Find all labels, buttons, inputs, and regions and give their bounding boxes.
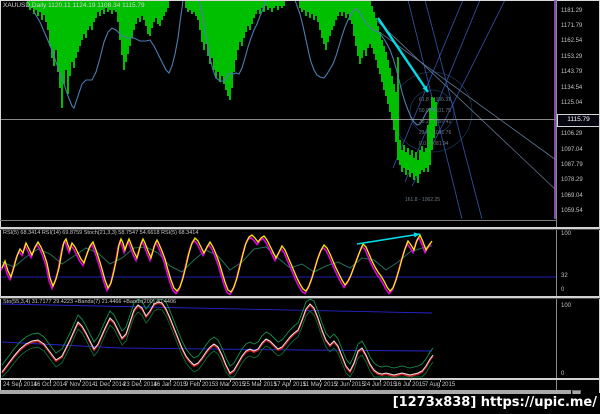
price-axis-label: 1171.79 bbox=[561, 22, 583, 29]
price-axis-label: 1143.79 bbox=[561, 69, 583, 76]
stoch-axis-label: 100 bbox=[561, 303, 572, 309]
rsi-axis-label: 32 bbox=[561, 273, 568, 279]
time-axis-tick bbox=[410, 378, 411, 382]
svg-text:38.2 - 1097.41: 38.2 - 1097.41 bbox=[419, 119, 451, 125]
time-axis-tick bbox=[380, 378, 381, 382]
price-axis-line bbox=[556, 0, 557, 390]
price-axis-label: 1069.04 bbox=[561, 192, 583, 199]
svg-text:0.0 - 1081.94: 0.0 - 1081.94 bbox=[419, 141, 449, 147]
time-axis-label: 7 Aug 2015 bbox=[424, 382, 456, 388]
current-price-value: 1115.79 bbox=[567, 116, 590, 123]
watermark-text: [1273x838] https://upic.me/ bbox=[392, 395, 597, 410]
price-axis-label: 1134.54 bbox=[561, 84, 583, 91]
svg-text:23.6 - 1091.76: 23.6 - 1091.76 bbox=[419, 130, 451, 136]
price-panel-bottom-line bbox=[0, 220, 557, 221]
rsi-axis-label: 100 bbox=[561, 231, 572, 237]
stoch-axis-label: 0 bbox=[561, 371, 565, 377]
rsi-indicator-label: RSI(5) 68.3414 RSI(14) 69.8759 Stoch(21,… bbox=[3, 230, 199, 236]
stoch-indicator-label: Sto(55,3,4) 31.7177 29.4223 +Bands(7) 21… bbox=[3, 299, 177, 305]
time-axis-line bbox=[0, 378, 600, 380]
time-axis-tick bbox=[200, 378, 201, 382]
time-axis-tick bbox=[140, 378, 141, 382]
time-axis-tick bbox=[320, 378, 321, 382]
window-border-left bbox=[0, 0, 1, 393]
current-price-box: 1115.79 bbox=[557, 114, 600, 127]
price-axis-label: 1153.29 bbox=[561, 53, 583, 60]
time-axis-tick bbox=[110, 378, 111, 382]
time-axis-tick bbox=[350, 378, 351, 382]
price-axis-label: 1125.04 bbox=[561, 99, 583, 106]
price-axis-label: 1087.79 bbox=[561, 162, 583, 168]
price-axis-label: 1181.29 bbox=[561, 7, 583, 14]
rsi-axis-label: 0 bbox=[561, 287, 565, 293]
time-axis-tick bbox=[290, 378, 291, 382]
time-axis-tick bbox=[260, 378, 261, 382]
price-axis-label: 1078.29 bbox=[561, 177, 583, 184]
time-axis-tick bbox=[230, 378, 231, 382]
svg-text:161.8 - 1062.25: 161.8 - 1062.25 bbox=[405, 197, 440, 203]
price-axis-label: 1059.54 bbox=[561, 208, 583, 215]
time-axis-tick bbox=[20, 378, 21, 382]
price-axis-label: 1162.54 bbox=[561, 38, 583, 45]
svg-text:61.8 - 1106.31: 61.8 - 1106.31 bbox=[419, 97, 451, 103]
chart-window: 61.8 - 1106.31 50.0 - 1101.75 38.2 - 1097.… bbox=[0, 0, 600, 414]
time-axis-tick bbox=[80, 378, 81, 382]
time-axis-tick bbox=[50, 378, 51, 382]
window-border-top bbox=[0, 0, 600, 1]
watermark-bar: [1273x838] https://upic.me/ bbox=[0, 394, 600, 414]
svg-text:50.0 - 1101.75: 50.0 - 1101.75 bbox=[419, 108, 451, 114]
price-axis-label: 1097.04 bbox=[561, 146, 583, 153]
time-axis-tick bbox=[170, 378, 171, 382]
price-axis-label: 1106.29 bbox=[561, 131, 583, 138]
time-axis-tick bbox=[440, 378, 441, 382]
chart-title: XAUUSD,Daily 1120.11 1124.19 1108.34 111… bbox=[3, 2, 145, 9]
chart-canvas[interactable]: 61.8 - 1106.31 50.0 - 1101.75 38.2 - 1097.… bbox=[0, 0, 600, 394]
